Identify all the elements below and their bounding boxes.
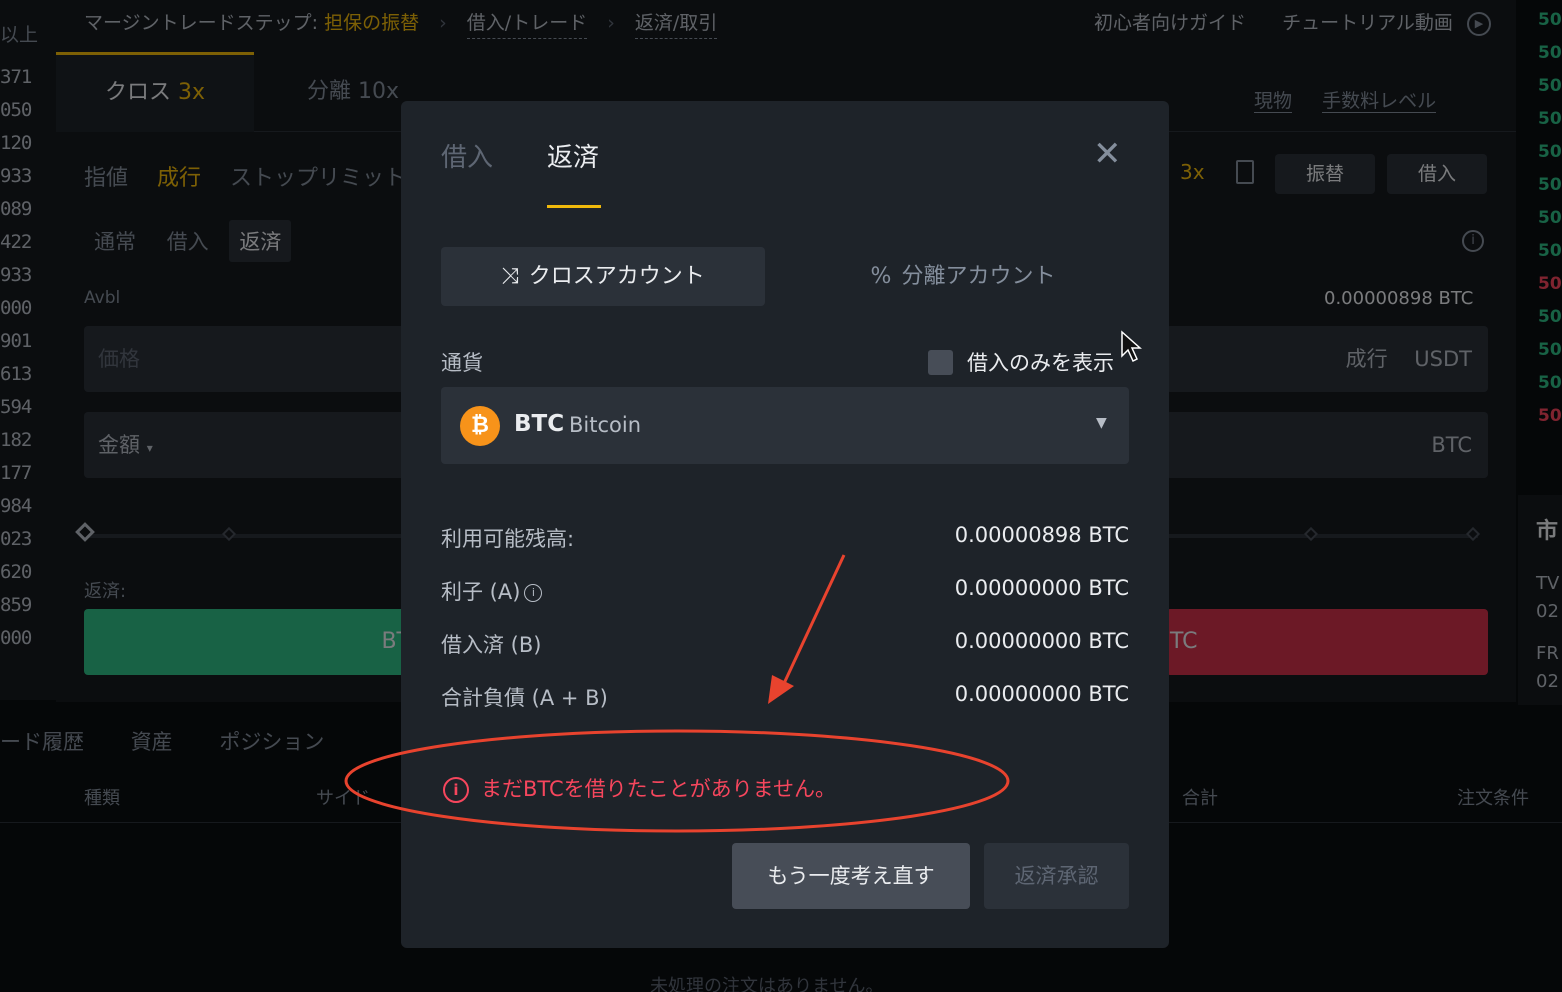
close-icon[interactable]: ✕ — [1093, 137, 1122, 171]
cross-account-button[interactable]: ⤨ クロスアカウント — [441, 247, 765, 306]
borrowed-only-label[interactable]: 借入のみを表示 — [967, 347, 1114, 377]
reconsider-label: もう一度考え直す — [767, 864, 935, 888]
reconsider-button[interactable]: もう一度考え直す — [732, 843, 970, 909]
info-icon[interactable]: i — [524, 584, 543, 602]
warning-text: まだBTCを借りたことがありません。 — [481, 777, 837, 801]
cross-account-label: クロスアカウント — [528, 264, 705, 289]
available-balance-label: 利用可能残高: — [441, 527, 575, 551]
currency-symbol: BTC — [514, 411, 565, 437]
total-debt-label: 合計負債 (A + B) — [441, 686, 608, 710]
tab-borrow[interactable]: 借入 — [441, 137, 493, 174]
caret-down-icon: ▼ — [1096, 415, 1107, 431]
available-balance-value: 0.00000898 BTC — [954, 523, 1129, 547]
active-tab-indicator — [547, 205, 601, 208]
repay-modal: 借入 返済 ✕ ⤨ クロスアカウント % 分離アカウント 通貨 借入のみを表示 ₿ … — [401, 101, 1169, 948]
isolated-account-label: 分離アカウント — [901, 264, 1056, 289]
bitcoin-icon: ₿ — [460, 406, 500, 446]
isolated-account-button[interactable]: % 分離アカウント — [801, 247, 1125, 306]
borrowed-value: 0.00000000 BTC — [954, 629, 1129, 653]
tab-repay[interactable]: 返済 — [547, 137, 599, 174]
currency-name: Bitcoin — [569, 413, 642, 437]
isolated-account-icon: % — [870, 264, 892, 289]
no-borrow-warning: i まだBTCを借りたことがありません。 — [443, 773, 836, 803]
interest-label: 利子 (A) — [441, 580, 521, 604]
interest-row: 利子 (A) i — [441, 576, 543, 606]
currency-select[interactable]: ₿ BTC Bitcoin ▼ — [441, 387, 1129, 464]
currency-label: 通貨 — [441, 351, 483, 375]
confirm-repay-button[interactable]: 返済承認 — [984, 843, 1129, 909]
confirm-repay-label: 返済承認 — [1014, 864, 1099, 888]
borrowed-label: 借入済 (B) — [441, 633, 542, 657]
cross-account-icon: ⤨ — [501, 264, 519, 289]
interest-value: 0.00000000 BTC — [954, 576, 1129, 600]
total-debt-value: 0.00000000 BTC — [954, 682, 1129, 706]
alert-icon: i — [443, 777, 469, 803]
borrowed-only-checkbox[interactable] — [928, 350, 953, 375]
